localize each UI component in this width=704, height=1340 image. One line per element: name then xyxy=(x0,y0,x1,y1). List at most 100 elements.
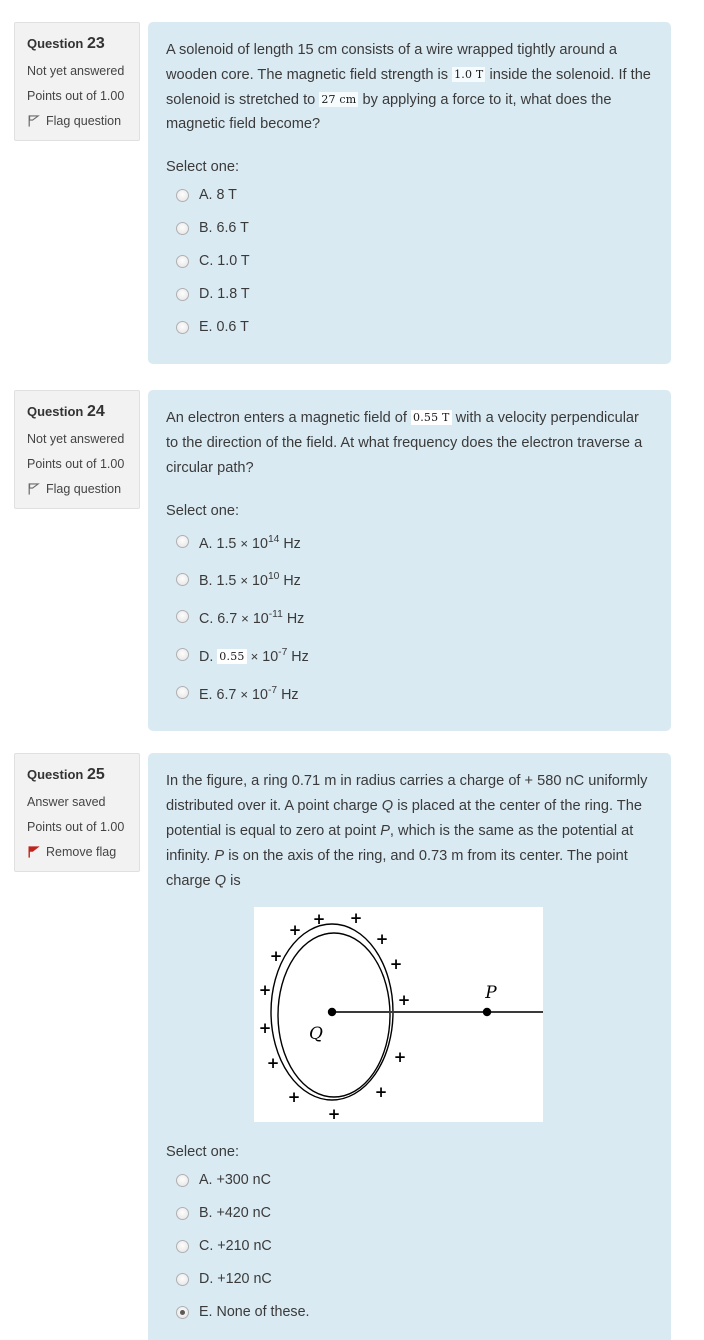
svg-text:+: + xyxy=(259,981,272,999)
answer-option-23-b[interactable]: B. 6.6 T xyxy=(166,212,653,245)
answer-option-25-e[interactable]: E. None of these. xyxy=(166,1296,653,1329)
answer-exponent: 10 xyxy=(267,571,280,583)
flag-question-button-23[interactable]: Flag question xyxy=(27,114,129,128)
radio-24-a[interactable] xyxy=(176,534,189,548)
answer-mantissa-math: 0.55 xyxy=(217,648,247,664)
svg-text:+: + xyxy=(267,1054,280,1072)
answer-option-25-d[interactable]: D. +120 nC xyxy=(166,1263,653,1296)
qtext-seg: An electron enters a magnetic field of xyxy=(166,410,411,427)
question-block-24: Question 24 Not yet answered Points out … xyxy=(0,390,704,732)
radio-24-b[interactable] xyxy=(176,572,189,586)
radio-23-d[interactable] xyxy=(176,288,189,302)
answer-base: 10 xyxy=(252,686,268,703)
svg-text:+: + xyxy=(350,909,363,927)
svg-text:+: + xyxy=(394,1048,407,1066)
question-state-24: Not yet answered xyxy=(27,432,125,447)
flag-question-button-24[interactable]: Flag question xyxy=(27,482,129,496)
question-text-24: An electron enters a magnetic field of 0… xyxy=(166,406,653,480)
answer-value: 1.0 T xyxy=(217,253,250,270)
svg-text:+: + xyxy=(375,1083,388,1101)
question-gap-23-24 xyxy=(0,364,704,390)
multiply-icon: × xyxy=(241,610,249,626)
answer-unit: Hz xyxy=(291,648,309,665)
answer-option-25-c[interactable]: C. +210 nC xyxy=(166,1230,653,1263)
select-one-label-23: Select one: xyxy=(166,159,240,176)
radio-23-e[interactable] xyxy=(176,321,189,335)
flag-filled-icon xyxy=(27,845,40,859)
answer-key: E. xyxy=(199,1304,213,1321)
radio-25-d[interactable] xyxy=(176,1273,189,1287)
radio-24-c[interactable] xyxy=(176,610,189,624)
answer-option-23-d[interactable]: D. 1.8 T xyxy=(166,278,653,311)
question-text-25: In the figure, a ring 0.71 m in radius c… xyxy=(166,769,653,893)
question-grade-24: Points out of 1.00 xyxy=(27,457,125,472)
answer-base: 10 xyxy=(252,610,269,627)
answer-key: B. xyxy=(199,220,213,237)
qtext-seg: is xyxy=(226,872,241,889)
answer-label-24-b: B. 1.5 × 1010 Hz xyxy=(199,566,301,592)
answer-option-23-a[interactable]: A. 8 T xyxy=(166,179,653,212)
answer-key: C. xyxy=(199,610,214,627)
math-stretched-length: 27 cm xyxy=(319,91,359,107)
question-content-24: An electron enters a magnetic field of 0… xyxy=(148,390,671,732)
answer-unit: Hz xyxy=(283,573,301,590)
answer-option-23-e[interactable]: E. 0.6 T xyxy=(166,311,653,344)
answer-value: +300 nC xyxy=(216,1172,271,1189)
question-number-23: Question 23 xyxy=(27,35,129,53)
answer-list-25: A. +300 nC B. +420 nC C. +210 nC D. +120… xyxy=(166,1164,653,1329)
radio-25-a[interactable] xyxy=(176,1174,189,1188)
svg-text:+: + xyxy=(270,947,283,965)
variable-p: P xyxy=(380,823,390,839)
radio-24-e[interactable] xyxy=(176,686,189,700)
radio-23-a[interactable] xyxy=(176,189,189,203)
answer-label-25-b: B. +420 nC xyxy=(199,1203,271,1224)
answer-option-24-a[interactable]: A. 1.5 × 1014 Hz xyxy=(166,523,653,561)
center-charge-label: Q xyxy=(309,1024,323,1044)
radio-25-c[interactable] xyxy=(176,1240,189,1254)
answer-key: D. xyxy=(199,286,214,303)
answer-option-24-d[interactable]: D. 0.55 × 10-7 Hz xyxy=(166,636,653,674)
remove-flag-button-25[interactable]: Remove flag xyxy=(27,845,129,859)
math-field-strength: 1.0 T xyxy=(452,66,486,82)
answer-unit: Hz xyxy=(283,535,301,552)
question-content-25: In the figure, a ring 0.71 m in radius c… xyxy=(148,753,671,1340)
radio-23-c[interactable] xyxy=(176,255,189,269)
flag-outline-icon xyxy=(27,114,40,128)
answer-label-24-c: C. 6.7 × 10-11 Hz xyxy=(199,604,304,630)
svg-text:+: + xyxy=(289,921,302,939)
svg-text:+: + xyxy=(313,910,326,928)
flag-question-label-23: Flag question xyxy=(46,114,122,128)
answer-value: 1.8 T xyxy=(217,286,250,303)
answer-option-25-a[interactable]: A. +300 nC xyxy=(166,1164,653,1197)
svg-text:+: + xyxy=(328,1105,341,1122)
answer-mantissa: 6.7 xyxy=(216,686,237,703)
answer-exponent: -7 xyxy=(278,646,288,658)
answer-base: 10 xyxy=(262,648,279,665)
answer-option-24-c[interactable]: C. 6.7 × 10-11 Hz xyxy=(166,598,653,636)
variable-q: Q xyxy=(381,798,394,815)
answer-option-23-c[interactable]: C. 1.0 T xyxy=(166,245,653,278)
multiply-icon: × xyxy=(240,686,249,702)
answer-value: +120 nC xyxy=(217,1271,272,1288)
radio-24-d[interactable] xyxy=(176,648,189,662)
answer-mantissa: 1.5 xyxy=(216,535,237,552)
radio-23-b[interactable] xyxy=(176,222,189,236)
answer-value: 8 T xyxy=(216,187,237,204)
svg-text:+: + xyxy=(398,991,411,1009)
answer-label-25-a: A. +300 nC xyxy=(199,1170,271,1191)
answer-label-23-a: A. 8 T xyxy=(199,185,237,206)
question-gap-24-25 xyxy=(0,731,704,753)
svg-text:+: + xyxy=(288,1088,301,1106)
radio-25-b[interactable] xyxy=(176,1207,189,1221)
select-one-label-24: Select one: xyxy=(166,502,240,519)
answer-label-25-e: E. None of these. xyxy=(199,1302,310,1323)
answer-key: E. xyxy=(199,686,213,703)
answer-option-25-b[interactable]: B. +420 nC xyxy=(166,1197,653,1230)
answer-label-23-d: D. 1.8 T xyxy=(199,284,250,305)
question-number-value: 23 xyxy=(86,35,105,52)
radio-25-e[interactable] xyxy=(176,1306,189,1320)
quiz-page: Question 23 Not yet answered Points out … xyxy=(0,0,704,1340)
answer-label-25-d: D. +120 nC xyxy=(199,1269,272,1290)
answer-option-24-e[interactable]: E. 6.7 × 10-7 Hz xyxy=(166,674,653,712)
answer-option-24-b[interactable]: B. 1.5 × 1010 Hz xyxy=(166,560,653,598)
